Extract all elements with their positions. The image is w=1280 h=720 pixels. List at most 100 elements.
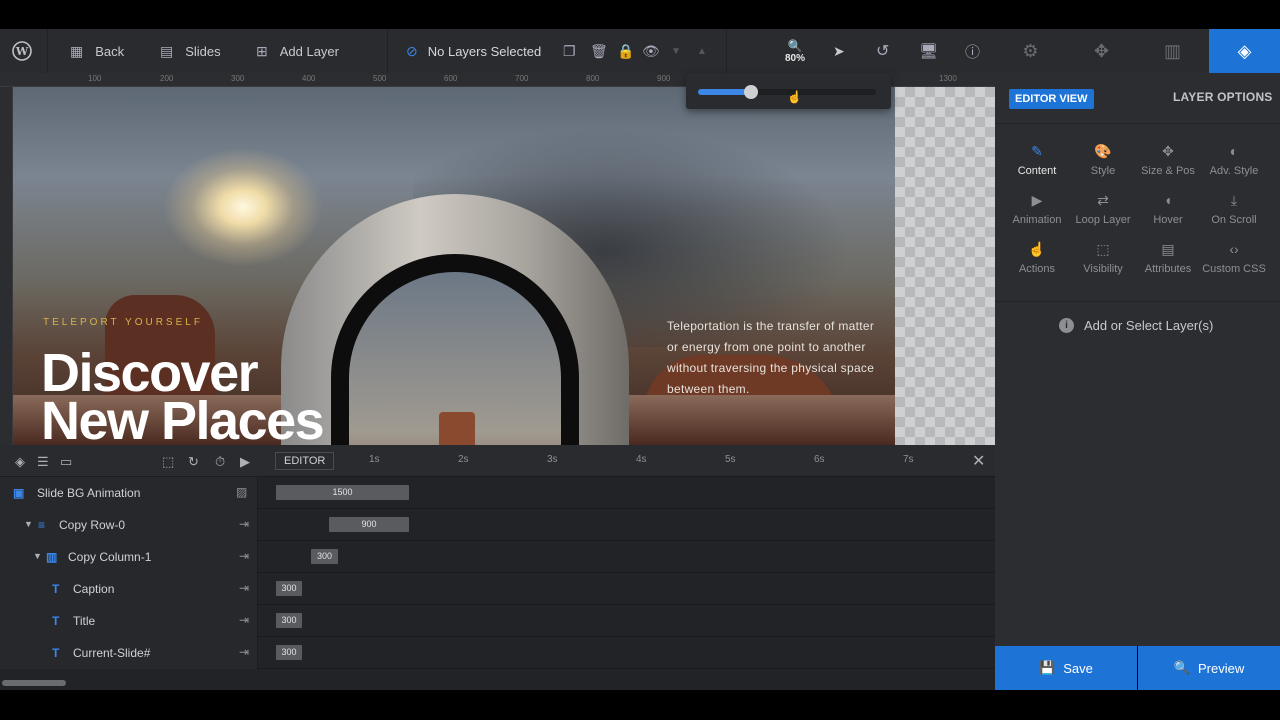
horizontal-scrollbar[interactable] xyxy=(0,677,995,690)
table-row[interactable]: ▣ Slide BG Animation ▨ 1500 xyxy=(0,477,995,509)
preview-button[interactable]: 🔍 Preview xyxy=(1138,646,1280,690)
editor-canvas[interactable]: TELEPORT YOURSELF Discover New Places Te… xyxy=(13,87,995,445)
option-label: Hover xyxy=(1153,214,1183,226)
timeline-bar[interactable]: 300 xyxy=(276,613,302,628)
editor-label[interactable]: EDITOR xyxy=(275,452,335,470)
triangle-up-icon: ▲ xyxy=(697,45,707,57)
text-layer-icon: T xyxy=(52,582,60,596)
option-size-pos[interactable]: ✥ Size & Pos xyxy=(1135,141,1201,185)
timeline-bar[interactable]: 1500 xyxy=(276,485,409,500)
table-row[interactable]: T Caption ⇥ 300 xyxy=(0,573,995,605)
arrow-right-to-line-icon[interactable]: ⇥ xyxy=(239,613,249,627)
option-loop-layer[interactable]: ⇄ Loop Layer xyxy=(1070,190,1136,234)
editor-view-button[interactable]: EDITOR VIEW xyxy=(1009,89,1094,109)
undo-button[interactable]: ↺ xyxy=(876,29,889,73)
arrow-right-to-line-icon[interactable]: ⇥ xyxy=(239,581,249,595)
ruler-tick: 300 xyxy=(231,74,245,83)
zoom-slider-handle[interactable] xyxy=(744,85,759,99)
move-down-button[interactable]: ▼ xyxy=(671,29,681,73)
layers-icon[interactable]: ◈ xyxy=(15,454,25,470)
second-marker: 7s xyxy=(903,454,914,465)
arrow-right-to-line-icon[interactable]: ⇥ xyxy=(239,645,249,659)
timeline-bar[interactable]: 900 xyxy=(329,517,409,532)
move-up-button[interactable]: ▲ xyxy=(697,29,707,73)
back-button[interactable]: ▦ Back xyxy=(70,29,124,73)
option-custom-css[interactable]: ‹› Custom CSS xyxy=(1201,239,1267,283)
delete-button[interactable]: 🗑 xyxy=(590,29,608,73)
layer-options-label[interactable]: LAYER OPTIONS xyxy=(1173,90,1273,104)
option-visibility[interactable]: ⬚ Visibility xyxy=(1070,239,1136,283)
desktop-icon: 🖥 xyxy=(919,43,939,60)
timeline-bar[interactable]: 300 xyxy=(311,549,338,564)
duplicate-icon: ❐ xyxy=(563,42,576,59)
wordpress-logo-button[interactable]: W xyxy=(12,29,32,73)
save-icon: 💾 xyxy=(1039,660,1056,675)
slider-editor: W ▦ Back ▤ Slides ⊞ Add Layer ⊘ No Layer… xyxy=(0,0,1280,720)
arrow-right-to-line-icon[interactable]: ⇥ xyxy=(239,549,249,563)
visibility-icon: ⬚ xyxy=(1096,241,1110,257)
pencil-icon: ✎ xyxy=(1031,143,1043,159)
table-row[interactable]: T Current-Slide# ⇥ 300 xyxy=(0,637,995,669)
scrollbar-thumb[interactable] xyxy=(2,680,66,686)
option-label: Visibility xyxy=(1083,263,1123,275)
option-attributes[interactable]: ▤ Attributes xyxy=(1135,239,1201,283)
visibility-button[interactable]: 👁 xyxy=(642,29,660,73)
grid-icon: ▦ xyxy=(70,42,84,59)
add-layer-button[interactable]: ⊞ Add Layer xyxy=(256,29,339,73)
table-row[interactable]: T Title ⇥ 300 xyxy=(0,605,995,637)
ruler-tick: 500 xyxy=(373,74,387,83)
layer-name: Current-Slide# xyxy=(73,646,151,660)
option-content[interactable]: ✎ Content xyxy=(1004,141,1070,185)
slide-preview[interactable]: TELEPORT YOURSELF Discover New Places Te… xyxy=(13,87,895,445)
option-actions[interactable]: ☝ Actions xyxy=(1004,239,1070,283)
tab-slider-settings[interactable]: ⚙ xyxy=(995,29,1066,73)
option-label: Size & Pos xyxy=(1141,165,1195,177)
arrow-right-to-line-icon[interactable]: ⇥ xyxy=(239,517,249,531)
layer-name: Caption xyxy=(73,582,115,596)
play-icon[interactable]: ▶ xyxy=(240,454,250,470)
media-icon[interactable]: ▨ xyxy=(236,485,247,499)
option-label: Actions xyxy=(1018,263,1056,275)
table-row[interactable]: ▼ ▥ Copy Column-1 ⇥ 300 xyxy=(0,541,995,573)
magnet-icon[interactable]: ↻ xyxy=(188,454,199,470)
lock-button[interactable]: 🔒 xyxy=(617,29,634,73)
tab-navigation[interactable]: ✥ xyxy=(1066,29,1137,73)
tab-layer-options[interactable]: ◈ xyxy=(1209,29,1280,73)
option-label: Custom CSS xyxy=(1202,263,1266,275)
slides-button[interactable]: ▤ Slides xyxy=(160,29,221,73)
help-button[interactable]: ⓘ xyxy=(965,29,980,73)
tab-slide-options[interactable]: ▥ xyxy=(1137,29,1208,73)
add-select-label: Add or Select Layer(s) xyxy=(1084,318,1214,333)
option-adv-style[interactable]: ◐ Adv. Style xyxy=(1201,141,1267,185)
save-button[interactable]: 💾 Save xyxy=(995,646,1137,690)
device-view-button[interactable]: 🖥 xyxy=(919,29,938,73)
help-icon: ⓘ xyxy=(965,43,981,61)
timeline-bar[interactable]: 300 xyxy=(276,581,302,596)
slide-description[interactable]: Teleportation is the transfer of matter … xyxy=(667,316,887,400)
transparent-area xyxy=(895,87,995,445)
option-hover[interactable]: ◖ Hover xyxy=(1135,190,1201,234)
duplicate-button[interactable]: ❐ xyxy=(563,29,576,73)
caret-down-icon[interactable]: ▼ xyxy=(33,551,42,561)
zoom-button[interactable]: 🔍 80% xyxy=(785,29,805,73)
table-row[interactable]: ▼ ≡ Copy Row-0 ⇥ 900 xyxy=(0,509,995,541)
timer-icon[interactable]: ⏱ xyxy=(215,454,225,470)
layer-name: Copy Column-1 xyxy=(68,550,152,564)
undo-icon: ↺ xyxy=(876,43,890,60)
list-icon[interactable]: ☰ xyxy=(37,454,49,470)
select-area-icon[interactable]: ⬚ xyxy=(162,454,174,470)
option-style[interactable]: 🎨 Style xyxy=(1070,141,1136,185)
ruler-tick: 1300 xyxy=(939,74,957,83)
option-animation[interactable]: ▶ Animation xyxy=(1004,190,1070,234)
slide-caption[interactable]: TELEPORT YOURSELF xyxy=(43,317,203,328)
slide-title[interactable]: Discover New Places xyxy=(41,346,381,445)
select-tool-button[interactable]: ➤ xyxy=(833,29,845,73)
option-label: Content xyxy=(1017,165,1057,177)
close-icon[interactable]: ✕ xyxy=(972,451,985,471)
slides-label: Slides xyxy=(185,43,221,59)
title-line-2: New Places xyxy=(41,391,325,445)
option-on-scroll[interactable]: ⤓ On Scroll xyxy=(1201,190,1267,234)
timeline-bar[interactable]: 300 xyxy=(276,645,302,660)
caret-down-icon[interactable]: ▼ xyxy=(24,519,33,529)
folder-icon[interactable]: ▭ xyxy=(60,454,72,470)
